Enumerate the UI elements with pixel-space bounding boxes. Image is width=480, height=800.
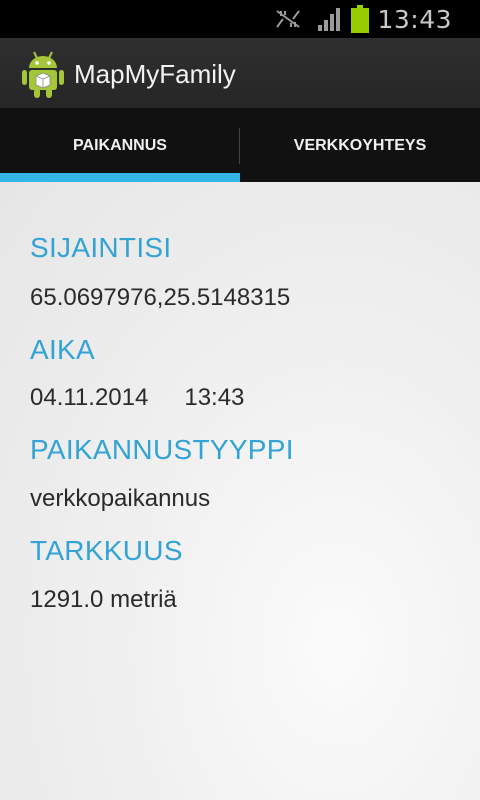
time-label: AIKA [30,334,96,365]
no-signal-icon [276,10,301,28]
tab-verkkoyhteys[interactable]: VERKKOYHTEYS [240,110,480,182]
status-clock: 13:43 [377,4,452,34]
action-bar: MapMyFamily [0,38,480,110]
battery-icon [351,5,370,33]
content-area: SIJAINTISI 65.0697976,25.5148315 AIKA 04… [0,182,480,800]
app-title: MapMyFamily [74,59,236,89]
accuracy-value: 1291.0 metriä [30,586,177,613]
selected-tab-indicator [0,173,240,182]
status-icons: 13:43 [273,0,452,38]
android-robot-icon[interactable] [22,50,64,98]
location-value: 65.0697976,25.5148315 [30,284,291,311]
status-bar: 13:43 [0,0,480,38]
type-label: PAIKANNUSTYYPPI [30,434,294,465]
signal-bars-icon [318,8,341,31]
type-value: verkkopaikannus [30,485,211,512]
accuracy-label: TARKKUUS [30,535,183,566]
date-text: 04.11.2014 [30,384,149,411]
tab-bar: PAIKANNUS VERKKOYHTEYS [0,110,480,182]
tab-paikannus[interactable]: PAIKANNUS [0,110,240,182]
location-label: SIJAINTISI [30,232,172,263]
time-text: 13:43 [184,384,245,411]
time-value: 04.11.2014 13:43 [30,384,244,412]
